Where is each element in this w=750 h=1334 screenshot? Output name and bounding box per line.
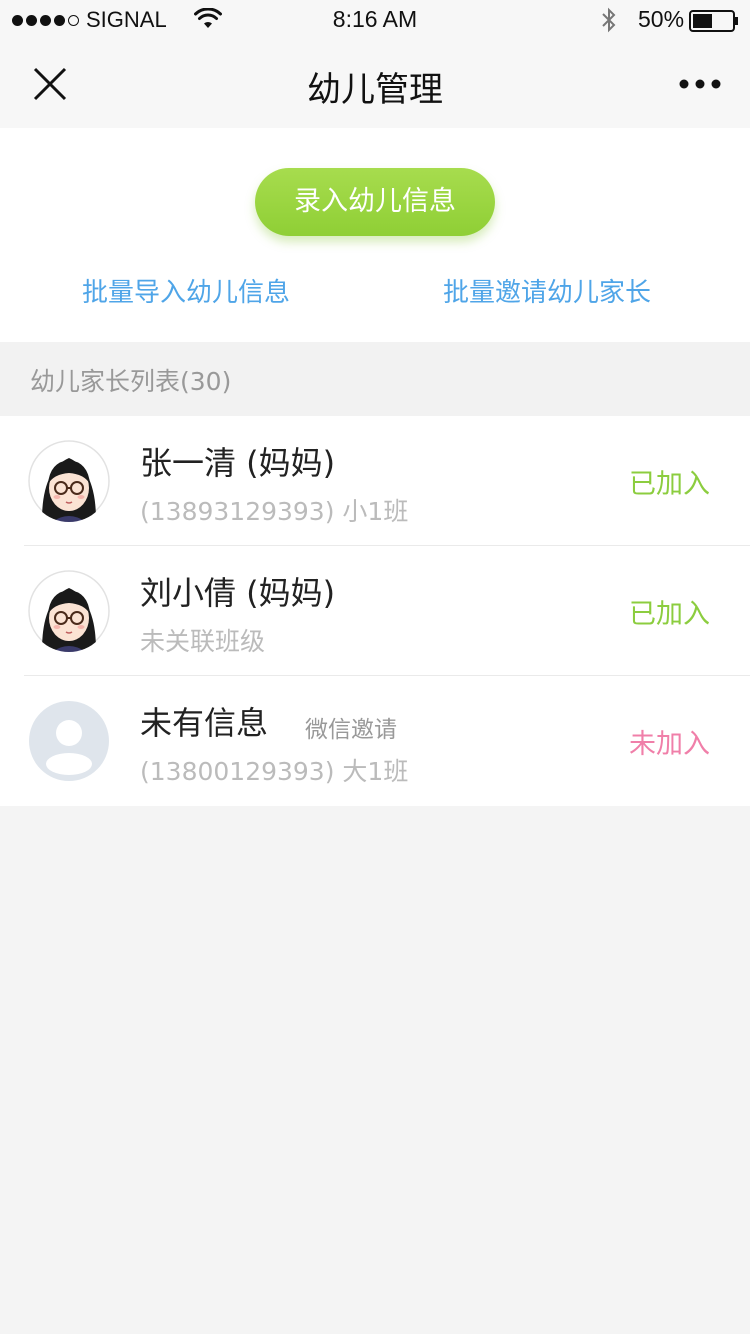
invite-source-tag: 微信邀请	[305, 717, 397, 743]
default-avatar-icon	[29, 701, 109, 781]
action-panel: 录入幼儿信息 批量导入幼儿信息 批量邀请幼儿家长	[0, 128, 750, 342]
girl-avatar-icon	[28, 570, 110, 652]
batch-import-link[interactable]: 批量导入幼儿信息	[82, 272, 290, 309]
list-item[interactable]: 未有信息 微信邀请 (13800129393) 大1班 未加入	[0, 676, 750, 806]
parent-name: 未有信息	[140, 704, 269, 742]
more-icon[interactable]	[676, 76, 724, 92]
status-badge: 已加入	[629, 599, 710, 630]
parent-list: 张一清 (妈妈) (13893129393) 小1班 已加入 刘小倩 (妈妈) …	[0, 416, 750, 806]
nav-bar: 幼儿管理	[0, 40, 750, 128]
parent-detail: 未关联班级	[140, 627, 266, 656]
list-header: 幼儿家长列表(30)	[0, 342, 750, 416]
status-badge: 已加入	[629, 469, 710, 500]
parent-detail: (13800129393) 大1班	[140, 757, 409, 786]
bluetooth-icon	[602, 7, 616, 33]
enter-child-info-button[interactable]: 录入幼儿信息	[255, 168, 495, 236]
list-item[interactable]: 刘小倩 (妈妈) 未关联班级 已加入	[0, 546, 750, 676]
status-bar: SIGNAL 8:16 AM 50%	[0, 0, 750, 40]
parent-detail: (13893129393) 小1班	[140, 497, 409, 526]
status-badge: 未加入	[629, 729, 710, 760]
parent-name: 刘小倩 (妈妈)	[140, 574, 336, 612]
list-item[interactable]: 张一清 (妈妈) (13893129393) 小1班 已加入	[0, 416, 750, 546]
battery-icon	[689, 10, 738, 32]
parent-name: 张一清 (妈妈)	[140, 444, 336, 482]
list-header-title: 幼儿家长列表(30)	[30, 367, 232, 396]
battery-percent: 50%	[638, 6, 685, 32]
girl-avatar-icon	[28, 440, 110, 522]
batch-invite-link[interactable]: 批量邀请幼儿家长	[443, 272, 651, 309]
page-title: 幼儿管理	[307, 70, 443, 110]
